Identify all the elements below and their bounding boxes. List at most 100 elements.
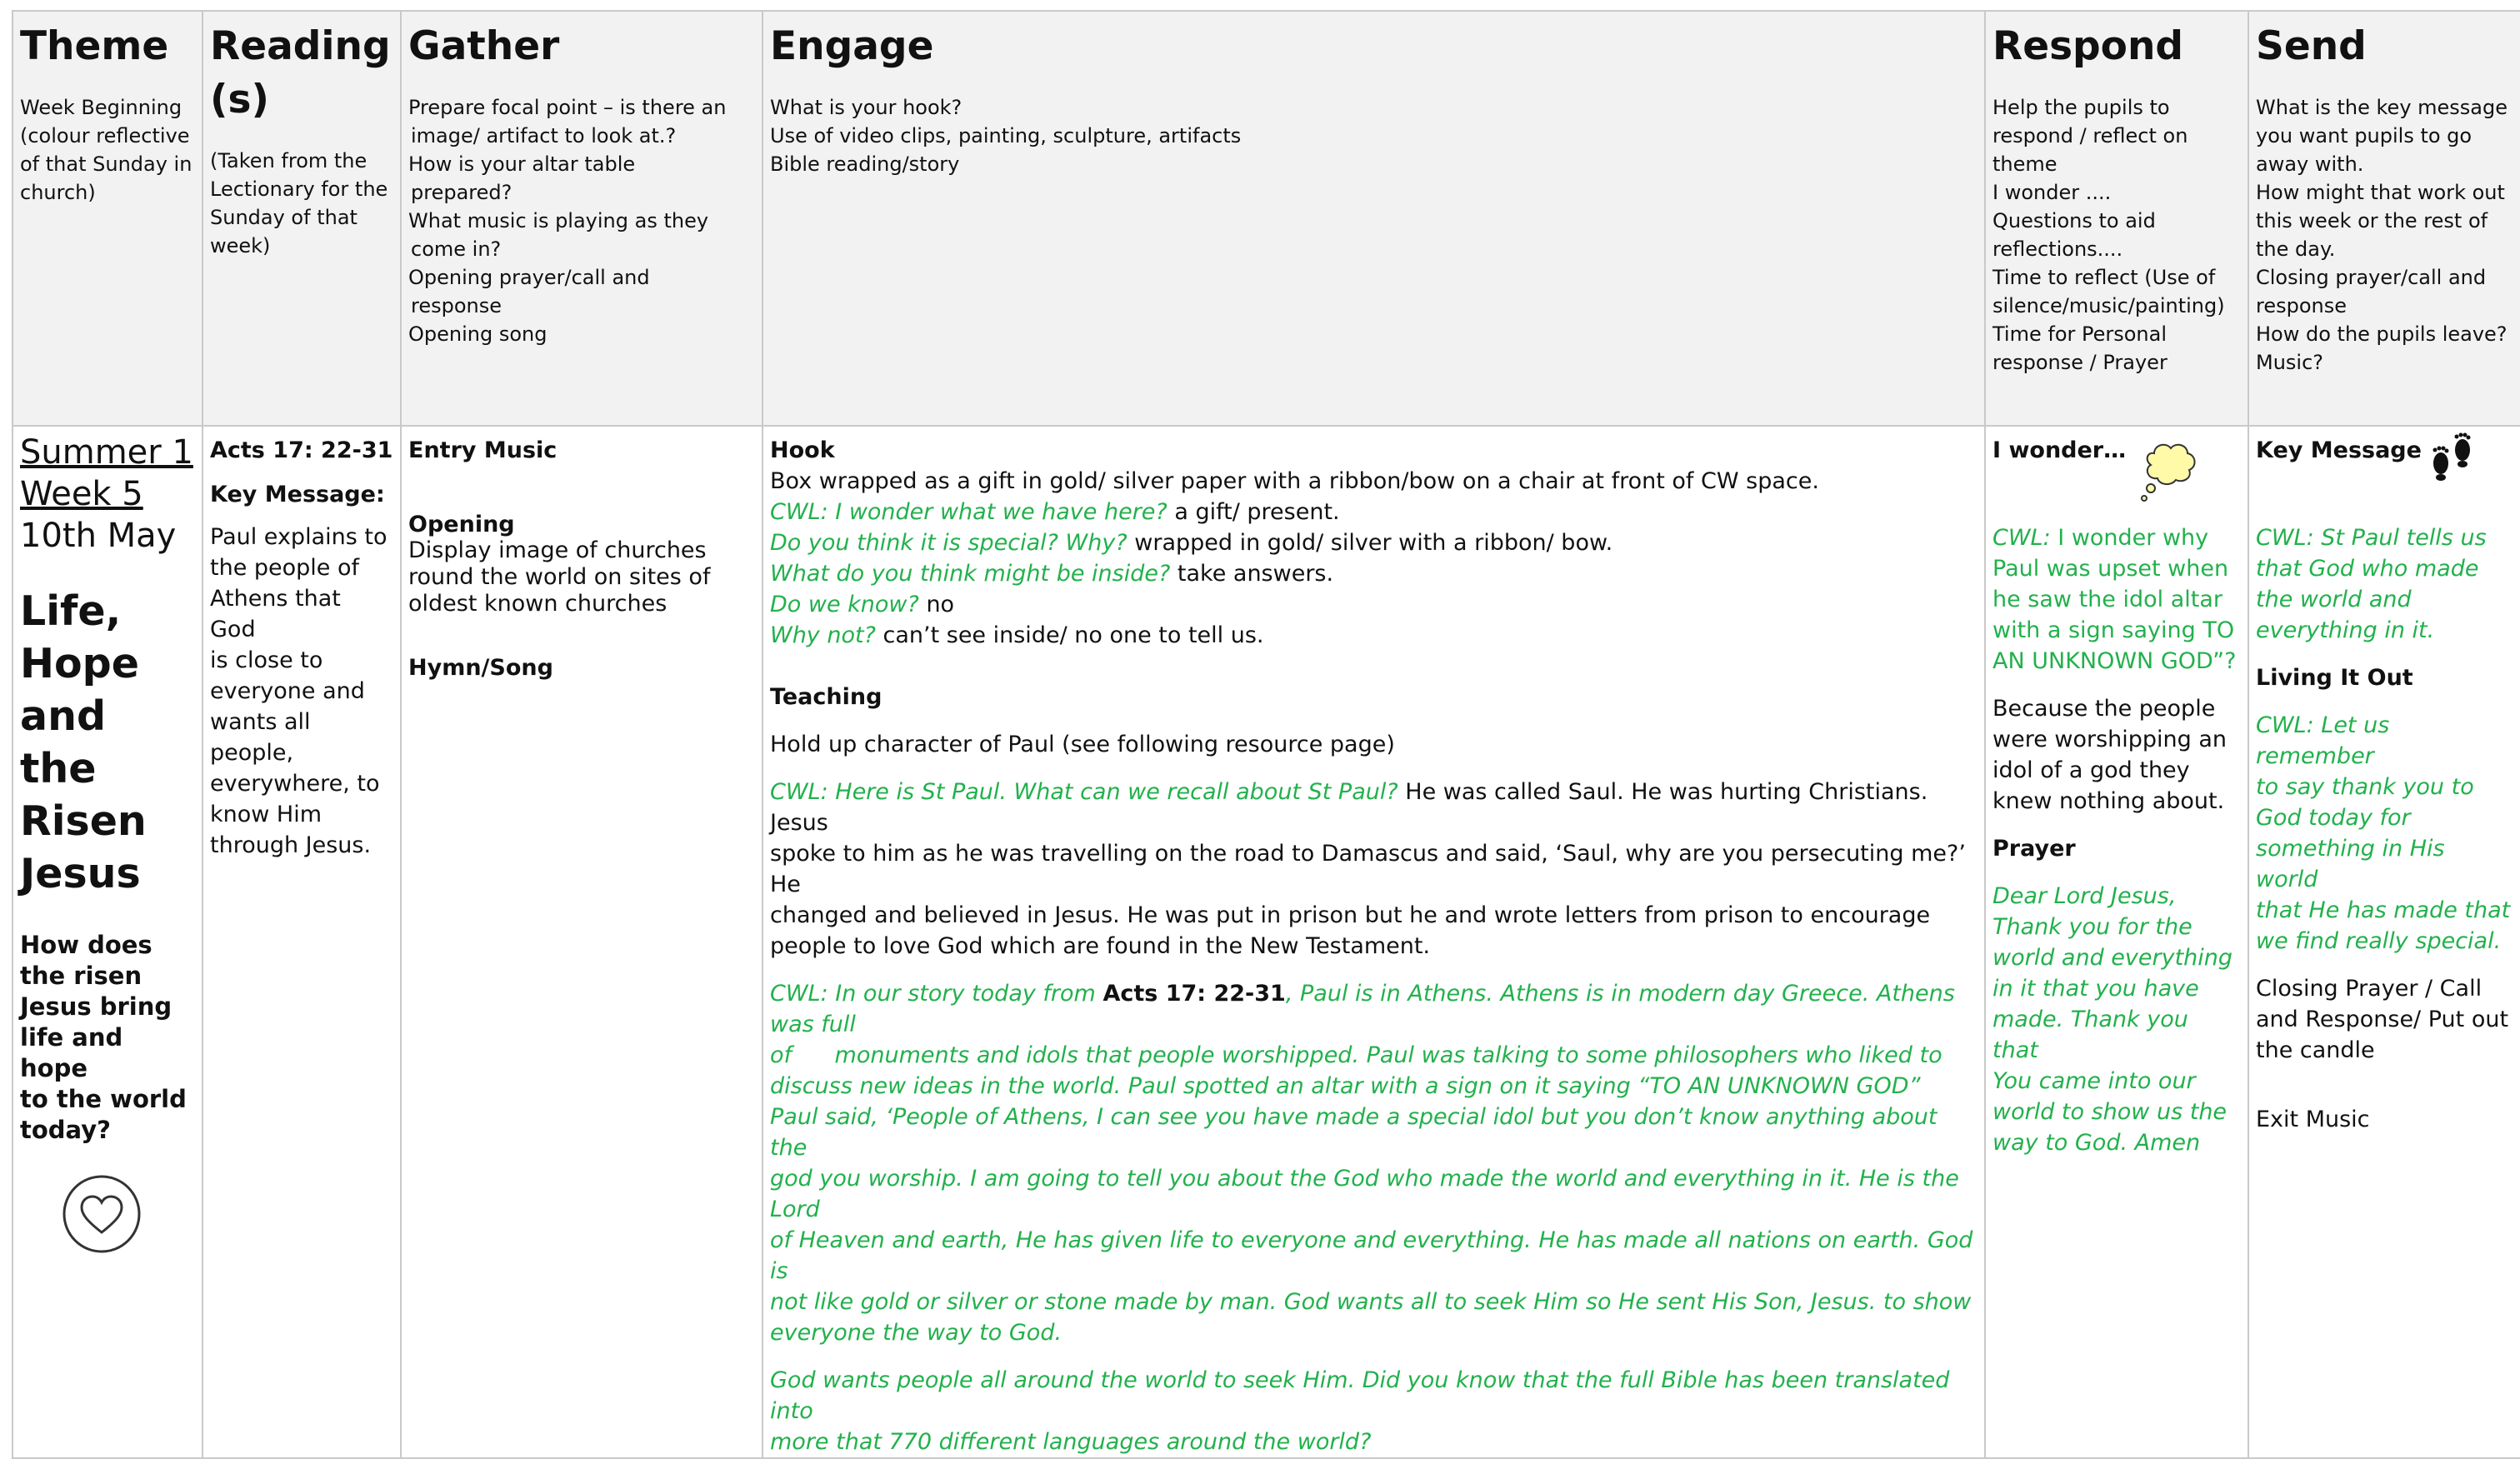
week-line: Week 5 [20, 475, 143, 513]
header-engage-desc: What is your hook? Use of video clips, p… [770, 93, 1978, 178]
heart-in-circle-icon [62, 1174, 195, 1257]
gather-opening-label: Opening [408, 512, 515, 537]
living-line: CWL: Let us remember [2256, 712, 2390, 769]
answer-line: were worshipping an [1992, 727, 2228, 752]
message-line: people, [210, 740, 294, 766]
respond-answer: Because the people were worshipping an i… [1992, 693, 2241, 817]
living-line: that He has made that [2256, 897, 2511, 923]
engage-hook-label: Hook [770, 437, 835, 463]
header-reading-title: Reading [210, 23, 391, 69]
cwl-question: Do you think it is special? Why? [770, 530, 1128, 556]
answer: a gift/ present. [1167, 499, 1340, 525]
respond-cell: I wonder… CWL: I wonder why Paul was ups… [1984, 425, 2249, 1459]
cwl-question: CWL: I wonder what we have here? [770, 499, 1168, 525]
desc-line: image/ artifact to look at.? [411, 124, 677, 147]
message-line: is close to [210, 647, 323, 673]
paragraph-line: spoke to him as he was travelling on the… [770, 841, 1966, 897]
header-respond-desc: Help the pupils to respond / reflect on … [1992, 93, 2241, 377]
story-line: not like gold or silver or stone made by… [770, 1289, 1972, 1315]
wonder-line: he saw the idol altar [1992, 587, 2222, 612]
message-line: the people of [210, 555, 360, 581]
desc-line: reflections.... [1992, 237, 2123, 261]
prayer-line: made. Thank you that [1992, 1007, 2188, 1063]
desc-line: How might that work out [2256, 181, 2505, 204]
title-line: Hope [20, 640, 139, 687]
theme-title: Life, Hope and the Risen Jesus [20, 585, 195, 900]
desc-line: Prepare focal point – is there an [408, 96, 727, 119]
header-send-title: Send [2256, 23, 2367, 69]
desc-line: Bible reading/story [770, 152, 960, 176]
story-line: everyone the way to God. [770, 1320, 1062, 1346]
story-line: discuss new ideas in the world. Paul spo… [770, 1073, 1921, 1099]
question-line: life and hope [20, 1023, 123, 1082]
message-line: Paul explains to [210, 524, 388, 550]
title-line: Jesus [20, 850, 141, 897]
prayer-line: in it that you have [1992, 976, 2199, 1002]
desc-line: What music is playing as they [408, 209, 709, 232]
closing-line: the candle [2256, 1037, 2375, 1063]
desc-line: Music? [2256, 351, 2324, 374]
desc-line: response / Prayer [1992, 351, 2168, 374]
question-line: today? [20, 1116, 111, 1144]
desc-line: of that Sunday in [20, 152, 192, 176]
gather-cell: Entry Music Opening Display image of chu… [400, 425, 763, 1459]
respond-wonder-question: CWL: I wonder why Paul was upset when he… [1992, 522, 2241, 677]
key-line: everything in it. [2256, 617, 2435, 643]
theme-cell: Summer 1 Week 5 10th May Life, Hope and … [12, 425, 203, 1459]
reading-cell: Acts 17: 22-31 Key Message: Paul explain… [202, 425, 402, 1459]
thought-bubble-icon [2134, 438, 2201, 508]
respond-wonder-header: I wonder… [1992, 435, 2241, 502]
desc-line: Time to reflect (Use of [1992, 266, 2216, 289]
message-line: everyone and [210, 678, 365, 704]
desc-line: theme [1992, 152, 2058, 176]
closing-line: and Response/ Put out [2256, 1007, 2509, 1032]
desc-line: prepared? [411, 181, 512, 204]
prayer-line: Thank you for the [1992, 914, 2192, 940]
answer: take answers. [1170, 561, 1334, 587]
desc-line: come in? [411, 237, 502, 261]
footprints-icon [2422, 432, 2481, 485]
respond-wonder-label: I wonder… [1992, 437, 2127, 463]
header-theme-title: Theme [20, 23, 169, 69]
wonder-line: Paul was upset when [1992, 556, 2229, 582]
desc-line: response [411, 294, 502, 317]
opening-line: Display image of churches [408, 537, 707, 563]
send-cell: Key Message CWL: St Paul tells us that G… [2248, 425, 2520, 1459]
key-line: that God who made [2256, 556, 2479, 582]
story-reference: Acts 17: 22-31 [1102, 981, 1286, 1007]
header-gather-desc: Prepare focal point – is there an image/… [408, 93, 755, 348]
story-line: of Heaven and earth, He has given life t… [770, 1227, 1973, 1284]
header-engage-title: Engage [770, 23, 934, 69]
header-reading-desc: (Taken from the Lectionary for the Sunda… [210, 147, 393, 260]
header-respond: Respond Help the pupils to respond / ref… [1984, 10, 2249, 427]
desc-line: How is your altar table [408, 152, 636, 176]
question-line: to the world [20, 1085, 187, 1113]
question-line: Jesus bring [20, 992, 172, 1021]
desc-line: Week Beginning [20, 96, 182, 119]
engage-teaching-label: Teaching [770, 684, 882, 710]
desc-line: How do the pupils leave? [2256, 322, 2508, 346]
wonder-line: with a sign saying TO [1992, 617, 2235, 643]
prayer-line: You came into our [1992, 1068, 2196, 1094]
closing-line: more that 770 different languages around… [770, 1429, 1372, 1455]
engage-teaching-intro: Hold up character of Paul (see following… [770, 732, 1395, 757]
closing-line: Closing Prayer / Call [2256, 976, 2482, 1002]
desc-line: Help the pupils to [1992, 96, 2170, 119]
title-line: and the [20, 692, 107, 792]
cwl-question: Do we know? [770, 592, 919, 617]
send-closing: Closing Prayer / Call and Response/ Put … [2256, 973, 2513, 1066]
reading-message: Paul explains to the people of Athens th… [210, 522, 393, 861]
desc-line: away with. [2256, 152, 2364, 176]
engage-closing-paragraph: God wants people all around the world to… [770, 1365, 1978, 1457]
send-living-label: Living It Out [2256, 665, 2413, 691]
desc-line: response [2256, 294, 2348, 317]
title-line: Life, [20, 587, 122, 635]
engage-qa-line: CWL: I wonder what we have here? a gift/… [770, 497, 1978, 527]
desc-line: What is the key message [2256, 96, 2508, 119]
theme-season: Summer 1 Week 5 10th May [20, 432, 195, 557]
message-line: know Him [210, 802, 322, 827]
answer-line: idol of a god they [1992, 757, 2190, 783]
answer: can’t see inside/ no one to tell us. [875, 622, 1264, 648]
opening-line: round the world on sites of [408, 564, 711, 590]
desc-line: Time for Personal [1992, 322, 2168, 346]
